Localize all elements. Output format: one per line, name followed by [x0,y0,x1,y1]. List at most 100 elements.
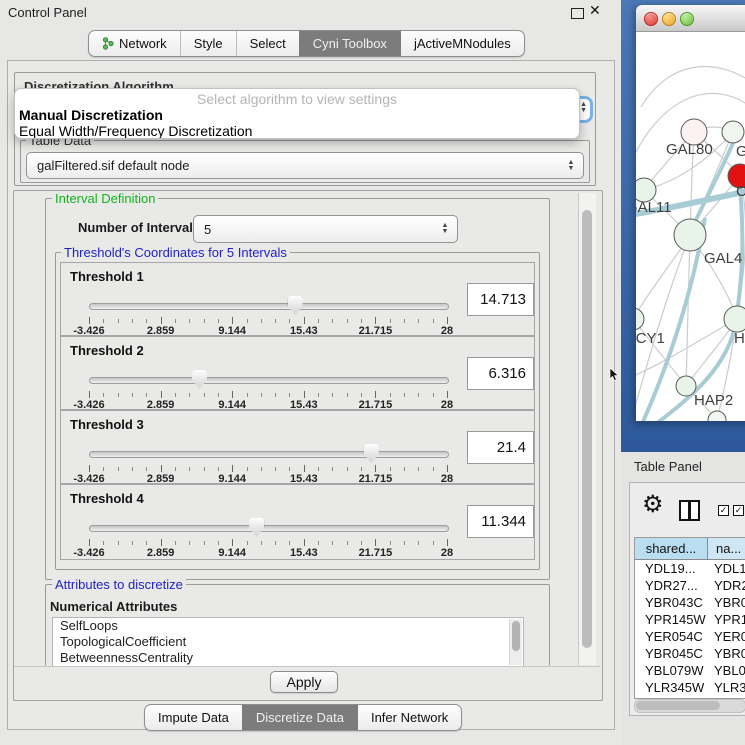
table-row[interactable]: YDL19...YDL1... [635,560,745,577]
threshold-1-value[interactable]: 14.713 [467,283,534,316]
table-row[interactable]: YBR045CYBR0... [635,645,745,662]
float-window-icon[interactable] [571,8,584,19]
slider-ticks [89,465,447,473]
interval-definition-title: Interval Definition [52,191,158,206]
slider-thumb[interactable] [192,370,207,389]
network-node[interactable] [674,219,706,251]
node-table: shared... na... YDL19...YDL1...YDR27...Y… [634,537,745,699]
table-browser: ⚙ ✓ ✓ shared... na... YDL19...YDL1...YDR… [629,482,745,716]
combo-spinner-icon: ▲▼ [563,160,583,172]
column-header-name[interactable]: na... [708,538,745,559]
slider-ticks [89,391,447,399]
attribute-item[interactable]: TopologicalCoefficient [53,634,523,650]
tab-cyni-toolbox[interactable]: Cyni Toolbox [299,31,400,56]
split-columns-icon[interactable] [679,500,700,521]
tab-style[interactable]: Style [180,31,236,56]
attribute-item[interactable]: BetweennessCentrality [53,650,523,666]
network-node-label: GAL4 [704,250,742,267]
slider-track[interactable] [89,525,449,532]
vertical-scrollbar-thumb[interactable] [582,210,592,648]
list-scrollbar[interactable] [509,619,522,665]
column-header-shared-name[interactable]: shared... [635,538,708,559]
checkbox-icon[interactable]: ✓ [718,505,729,516]
threshold-2-label: Threshold 2 [70,343,144,358]
threshold-1-box: Threshold 1 -3.4262.8599.14415.4321.7152… [60,262,535,336]
threshold-4-value[interactable]: 11.344 [467,505,534,538]
table-row[interactable]: YER054CYER0... [635,628,745,645]
table-row[interactable]: YPR145WYPR1... [635,611,745,628]
threshold-4-box: Threshold 4 -3.4262.8599.14415.4321.7152… [60,484,535,560]
table-data-combobox[interactable]: galFiltered.sif default node ▲▼ [26,152,584,179]
network-node[interactable] [636,308,644,330]
horizontal-scrollbar[interactable] [634,699,745,713]
gear-icon[interactable]: ⚙ [642,490,664,518]
zoom-traffic-light[interactable] [680,12,694,26]
threshold-3-value[interactable]: 21.4 [467,431,534,464]
slider-track[interactable] [89,303,449,310]
table-row[interactable]: YBL079WYBL0... [635,662,745,679]
bottom-tabbar: Impute Data Discretize Data Infer Networ… [144,704,462,731]
algorithm-placeholder: Select algorithm to view settings [15,89,579,107]
list-scrollbar-thumb[interactable] [512,621,520,651]
tab-select[interactable]: Select [236,31,299,56]
network-edge [686,235,690,386]
threshold-4-slider[interactable]: -3.4262.8599.14415.4321.71528 [89,517,447,553]
mouse-cursor [609,368,621,385]
tab-network-label: Network [119,31,167,56]
network-node[interactable] [724,306,745,332]
table-row[interactable]: YBR043CYBR0... [635,594,745,611]
table-data-value: galFiltered.sif default node [27,158,563,173]
slider-thumb[interactable] [288,296,303,315]
network-node-label: GCY1 [636,330,665,347]
close-icon[interactable]: ✕ [589,2,601,19]
tab-discretize-data[interactable]: Discretize Data [242,705,357,730]
tab-jactivemnodules[interactable]: jActiveMNodules [400,31,524,56]
slider-thumb[interactable] [249,518,264,537]
combo-spinner-icon: ▲▼ [580,102,587,114]
threshold-1-slider[interactable]: -3.4262.8599.14415.4321.71528 [89,295,447,331]
slider-track[interactable] [89,451,449,458]
slider-track[interactable] [89,377,449,384]
network-node-label: GAL80 [666,141,713,158]
apply-button[interactable]: Apply [270,671,338,693]
threshold-2-slider[interactable]: -3.4262.8599.14415.4321.71528 [89,369,447,405]
network-node-label: GA [736,143,745,160]
combo-spinner-icon: ▲▼ [437,223,457,235]
number-of-intervals-combobox[interactable]: 5 ▲▼ [193,215,458,243]
threshold-2-box: Threshold 2 -3.4262.8599.14415.4321.7152… [60,336,535,410]
horizontal-scrollbar-thumb[interactable] [636,701,720,710]
attribute-items: SelfLoopsTopologicalCoefficientBetweenne… [53,618,523,666]
slider-ticks [89,539,447,547]
threshold-2-value[interactable]: 6.316 [467,357,534,390]
vertical-scrollbar[interactable] [578,193,596,665]
table-row[interactable]: YDR27...YDR2... [635,577,745,594]
minimize-traffic-light[interactable] [662,12,676,26]
tab-network[interactable]: Network [89,31,180,56]
dropdown-option-equal-width[interactable]: Equal Width/Frequency Discretization [15,123,579,139]
table-row[interactable]: YLR345WYLR3... [635,679,745,696]
tab-infer-network[interactable]: Infer Network [357,705,461,730]
algorithm-dropdown-popup: Select algorithm to view settings Manual… [14,88,580,139]
threshold-1-label: Threshold 1 [70,269,144,284]
table-panel-title: Table Panel [634,459,702,474]
slider-tick-labels: -3.4262.8599.14415.4321.71528 [89,547,447,559]
checkbox-icon[interactable]: ✓ [733,505,744,516]
number-of-intervals-label: Number of Intervals [78,220,200,235]
network-window-titlebar[interactable] [636,5,745,32]
close-traffic-light[interactable] [644,12,658,26]
network-node[interactable] [676,376,696,396]
network-canvas[interactable]: GAL80GACGAL11GAL4GCY1HHAP2 [636,32,745,421]
attribute-item[interactable]: SelfLoops [53,618,523,634]
slider-thumb[interactable] [364,444,379,463]
network-node[interactable] [722,121,744,143]
dropdown-option-manual[interactable]: Manual Discretization [15,107,579,123]
threshold-3-box: Threshold 3 -3.4262.8599.14415.4321.7152… [60,410,535,484]
threshold-4-label: Threshold 4 [70,491,144,506]
threshold-3-slider[interactable]: -3.4262.8599.14415.4321.71528 [89,443,447,479]
tab-impute-data[interactable]: Impute Data [145,705,242,730]
control-panel-tabbar: Network Style Select Cyni Toolbox jActiv… [88,30,525,57]
number-of-intervals-value: 5 [194,222,437,237]
numerical-attributes-label: Numerical Attributes [50,599,177,614]
node-table-body: YDL19...YDL1...YDR27...YDR2...YBR043CYBR… [635,560,745,699]
numerical-attributes-list[interactable]: SelfLoopsTopologicalCoefficientBetweenne… [52,617,524,667]
